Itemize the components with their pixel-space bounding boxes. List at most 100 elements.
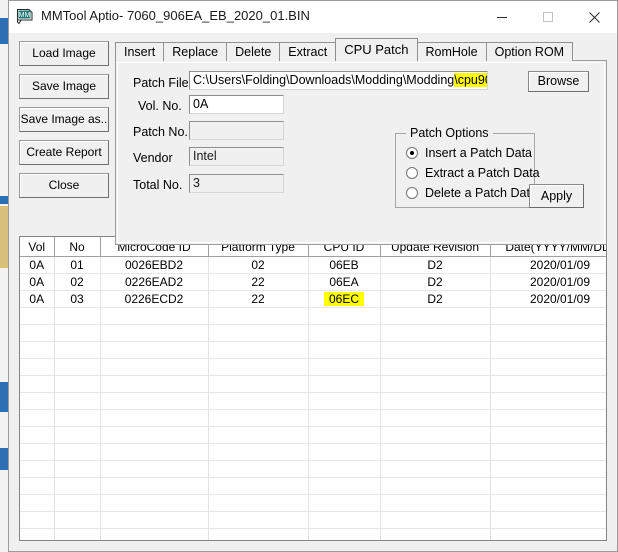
cell-empty: [54, 443, 101, 461]
cell-empty: [208, 494, 309, 512]
cell-empty: [54, 511, 101, 529]
cell-empty: [208, 358, 309, 376]
table-empty-row[interactable]: [20, 409, 606, 427]
cell-vol: 0A: [20, 256, 55, 274]
cell-empty: [490, 494, 606, 512]
load-image-button[interactable]: Load Image: [19, 41, 109, 66]
vendor-input[interactable]: Intel: [189, 147, 284, 166]
table-empty-row[interactable]: [20, 324, 606, 342]
cell-empty: [490, 460, 606, 478]
table-empty-row[interactable]: [20, 341, 606, 359]
cell-empty: [490, 477, 606, 495]
cell-empty: [380, 324, 491, 342]
cell-date: 2020/01/09: [490, 256, 606, 274]
create-report-button[interactable]: Create Report: [19, 140, 109, 165]
cell-empty: [380, 375, 491, 393]
col-vol[interactable]: Vol: [20, 237, 55, 257]
cell-empty: [54, 341, 101, 359]
mmtool-window: MM MMTool Aptio- 7060_906EA_EB_2020_01.B…: [8, 0, 618, 552]
table-empty-row[interactable]: [20, 358, 606, 376]
cpu-patch-panel: Patch File C:\Users\Folding\Downloads\Mo…: [115, 60, 607, 245]
tab-romhole[interactable]: RomHole: [416, 42, 487, 61]
cell-empty: [208, 392, 309, 410]
table-empty-row[interactable]: [20, 511, 606, 529]
cell-empty: [100, 324, 209, 342]
total-no-input[interactable]: 3: [189, 174, 284, 193]
cell-empty: [308, 443, 381, 461]
browse-button[interactable]: Browse: [528, 71, 589, 92]
cell-empty: [100, 307, 209, 325]
cell-empty: [380, 409, 491, 427]
microcode-table[interactable]: Vol No MicroCode ID Platform Type CPU ID…: [19, 236, 607, 541]
close-button[interactable]: Close: [19, 173, 109, 198]
close-icon[interactable]: [571, 1, 617, 33]
tab-delete[interactable]: Delete: [226, 42, 281, 61]
table-row[interactable]: 0A 03 0226ECD2 22 06EC D2 2020/01/09 000…: [20, 290, 606, 308]
tab-strip: Insert Replace Delete Extract CPU Patch …: [115, 38, 574, 61]
cell-empty: [490, 392, 606, 410]
cell-empty: [100, 358, 209, 376]
table-empty-row[interactable]: [20, 528, 606, 540]
table-row[interactable]: 0A 02 0226EAD2 22 06EA D2 2020/01/09 000…: [20, 273, 606, 291]
vol-no-input[interactable]: 0A: [189, 95, 284, 114]
radio-insert-a-patch-data[interactable]: Insert a Patch Data: [406, 146, 532, 160]
cell-empty: [20, 528, 55, 540]
tab-insert[interactable]: Insert: [115, 42, 165, 61]
minimize-icon[interactable]: [479, 1, 525, 33]
cell-empty: [54, 307, 101, 325]
tab-replace[interactable]: Replace: [163, 42, 228, 61]
col-no[interactable]: No: [54, 237, 101, 257]
radio-delete-a-patch-data[interactable]: Delete a Patch Data: [406, 186, 537, 200]
cell-platform-type: 02: [208, 256, 309, 274]
cell-no: 01: [54, 256, 101, 274]
tab-extract[interactable]: Extract: [279, 42, 337, 61]
total-no-label: Total No.: [133, 178, 183, 192]
cell-empty: [100, 477, 209, 495]
radio-icon: [406, 187, 418, 199]
table-empty-row[interactable]: [20, 477, 606, 495]
save-image-as-button[interactable]: Save Image as..: [19, 107, 109, 132]
cell-empty: [380, 460, 491, 478]
cell-empty: [380, 494, 491, 512]
cell-empty: [208, 341, 309, 359]
radio-icon: [406, 147, 418, 159]
cell-empty: [100, 375, 209, 393]
cell-empty: [54, 409, 101, 427]
tab-cpu-patch[interactable]: CPU Patch: [335, 38, 418, 61]
cell-empty: [380, 443, 491, 461]
save-image-button[interactable]: Save Image: [19, 74, 109, 99]
radio-label: Delete a Patch Data: [425, 186, 537, 200]
table-empty-row[interactable]: [20, 443, 606, 461]
radio-extract-a-patch-data[interactable]: Extract a Patch Data: [406, 166, 540, 180]
table-empty-row[interactable]: [20, 460, 606, 478]
cell-empty: [54, 426, 101, 444]
patch-no-input[interactable]: [189, 121, 284, 140]
side-button-panel: Load Image Save Image Save Image as.. Cr…: [19, 41, 109, 206]
table-empty-row[interactable]: [20, 426, 606, 444]
cell-empty: [308, 511, 381, 529]
cell-empty: [54, 494, 101, 512]
table-empty-row[interactable]: [20, 392, 606, 410]
table-empty-row[interactable]: [20, 375, 606, 393]
table-body: 0A 01 0026EBD2 02 06EB D2 2020/01/09 000…: [20, 256, 606, 308]
apply-button[interactable]: Apply: [529, 184, 584, 208]
patch-file-input[interactable]: C:\Users\Folding\Downloads\Modding\Moddi…: [189, 71, 488, 90]
cell-empty: [308, 426, 381, 444]
cpu-id-value: 06EB: [329, 258, 359, 272]
cell-empty: [208, 426, 309, 444]
cell-empty: [54, 324, 101, 342]
cell-empty: [380, 477, 491, 495]
vol-no-label: Vol. No.: [138, 99, 182, 113]
cell-empty: [208, 375, 309, 393]
table-row[interactable]: 0A 01 0026EBD2 02 06EB D2 2020/01/09 000…: [20, 256, 606, 274]
cell-empty: [20, 409, 55, 427]
maximize-icon[interactable]: [525, 1, 571, 33]
tab-option-rom[interactable]: Option ROM: [485, 42, 574, 61]
table-empty-row[interactable]: [20, 307, 606, 325]
table-empty-row[interactable]: [20, 494, 606, 512]
cell-empty: [380, 358, 491, 376]
cell-empty: [308, 528, 381, 540]
cell-empty: [490, 375, 606, 393]
cell-empty: [54, 375, 101, 393]
svg-text:MM: MM: [19, 12, 31, 19]
